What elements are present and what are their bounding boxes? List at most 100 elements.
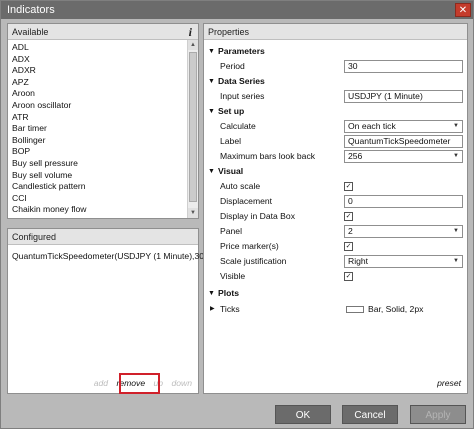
category-label: Data Series [218,76,265,86]
properties-title: Properties [208,27,250,37]
category-label: Set up [218,106,245,116]
list-item[interactable]: Bollinger [8,135,186,147]
list-item[interactable]: ATR [8,112,186,124]
category-plots[interactable]: ▼ Plots [204,286,468,301]
list-item[interactable]: Aroon [8,88,186,100]
list-item[interactable]: BOP [8,146,186,158]
prop-label: Display in Data Box [220,211,295,221]
available-panel: Available i ADL ADX ADXR APZ Aroon Aroon… [7,23,199,219]
close-icon[interactable]: ✕ [455,3,471,17]
category-data-series[interactable]: ▼ Data Series [204,74,468,89]
price-markers-checkbox[interactable]: ✓ [344,242,353,251]
collapse-icon[interactable]: ▼ [208,44,215,59]
display-data-box-checkbox[interactable]: ✓ [344,212,353,221]
prop-max-bars: Maximum bars look back 256 ▼ [204,149,468,164]
preset-link[interactable]: preset [437,378,461,388]
available-title: Available [12,27,49,37]
configured-indicator[interactable]: QuantumTickSpeedometer(USDJPY (1 Minute)… [12,251,207,261]
prop-price-markers: Price marker(s) ✓ [204,239,468,254]
prop-label: Calculate [220,121,256,131]
plot-style-value: Bar, Solid, 2px [368,304,424,314]
select-value: 256 [348,151,363,161]
prop-label: Visible [220,271,246,281]
window-title: Indicators [7,4,55,16]
list-item[interactable]: CCI [8,193,186,205]
title-bar: Indicators ✕ [1,1,473,19]
category-parameters[interactable]: ▼ Parameters [204,44,468,59]
chevron-down-icon[interactable]: ▼ [451,226,461,237]
category-set-up[interactable]: ▼ Set up [204,104,468,119]
prop-period: Period 30 [204,59,468,74]
auto-scale-checkbox[interactable]: ✓ [344,182,353,191]
available-scrollbar[interactable]: ▲ ▼ [187,40,198,218]
configured-panel: Configured QuantumTickSpeedometer(USDJPY… [7,228,207,394]
apply-button[interactable]: Apply [410,405,466,424]
list-item[interactable]: APZ [8,77,186,89]
scroll-thumb[interactable] [189,52,197,202]
prop-input-series: Input series USDJPY (1 Minute) [204,89,468,104]
chevron-down-icon[interactable]: ▼ [451,256,461,267]
indicators-window: Indicators ✕ Available i ADL ADX ADXR AP… [0,0,474,429]
available-list[interactable]: ADL ADX ADXR APZ Aroon Aroon oscillator … [8,40,186,218]
collapse-icon[interactable]: ▼ [208,164,215,179]
category-label: Visual [218,166,244,176]
prop-label: Auto scale [220,181,261,191]
chevron-down-icon[interactable]: ▼ [451,121,461,132]
panel-select[interactable]: 2 ▼ [344,225,463,238]
calculate-select[interactable]: On each tick ▼ [344,120,463,133]
prop-ticks[interactable]: ▶ Ticks Bar, Solid, 2px [204,302,468,317]
prop-scale-justification: Scale justification Right ▼ [204,254,468,269]
list-item[interactable]: ADL [8,42,186,54]
down-button[interactable]: down [171,378,192,388]
select-value: 2 [348,226,353,236]
prop-calculate: Calculate On each tick ▼ [204,119,468,134]
period-input[interactable]: 30 [344,60,463,73]
list-item[interactable]: ADX [8,54,186,66]
displacement-input[interactable]: 0 [344,195,463,208]
visible-checkbox[interactable]: ✓ [344,272,353,281]
prop-panel: Panel 2 ▼ [204,224,468,239]
prop-label: Price marker(s) [220,241,279,251]
scroll-down-icon[interactable]: ▼ [188,208,198,218]
input-series-field[interactable]: USDJPY (1 Minute) [344,90,463,103]
prop-label: Period [220,61,245,71]
prop-label: Label [220,136,242,146]
collapse-icon[interactable]: ▼ [208,104,215,119]
prop-displacement: Displacement 0 [204,194,468,209]
available-header: Available i [8,24,198,40]
label-input[interactable]: QuantumTickSpeedometer [344,135,463,148]
list-item[interactable]: ADXR [8,65,186,77]
properties-panel: Properties ▼ Parameters Period 30 ▼ Data… [203,23,468,394]
prop-label: Displacement [220,196,273,206]
info-icon[interactable]: i [189,24,192,40]
list-item[interactable]: Candlestick pattern [8,181,186,193]
select-value: Right [348,256,369,266]
select-value: On each tick [348,121,396,131]
prop-label: Maximum bars look back [220,151,316,161]
ok-button[interactable]: OK [275,405,331,424]
max-bars-select[interactable]: 256 ▼ [344,150,463,163]
prop-label: Ticks [220,304,240,314]
category-label: Parameters [218,46,265,56]
scale-justification-select[interactable]: Right ▼ [344,255,463,268]
prop-label: Scale justification [220,256,287,266]
collapse-icon[interactable]: ▼ [208,74,215,89]
list-item[interactable]: Buy sell pressure [8,158,186,170]
list-item[interactable]: Chaikin money flow [8,204,186,216]
cancel-button[interactable]: Cancel [342,405,398,424]
expand-icon[interactable]: ▶ [210,302,215,317]
add-button[interactable]: add [94,378,108,388]
prop-visible: Visible ✓ [204,269,468,284]
collapse-icon[interactable]: ▼ [208,286,215,301]
list-item[interactable]: Buy sell volume [8,170,186,182]
chevron-down-icon[interactable]: ▼ [451,151,461,162]
prop-label: Input series [220,91,265,101]
plot-color-swatch[interactable] [346,306,364,313]
prop-auto-scale: Auto scale ✓ [204,179,468,194]
category-visual[interactable]: ▼ Visual [204,164,468,179]
category-label: Plots [218,288,240,298]
scroll-up-icon[interactable]: ▲ [188,40,198,50]
list-item[interactable]: Aroon oscillator [8,100,186,112]
prop-display-data-box: Display in Data Box ✓ [204,209,468,224]
list-item[interactable]: Bar timer [8,123,186,135]
